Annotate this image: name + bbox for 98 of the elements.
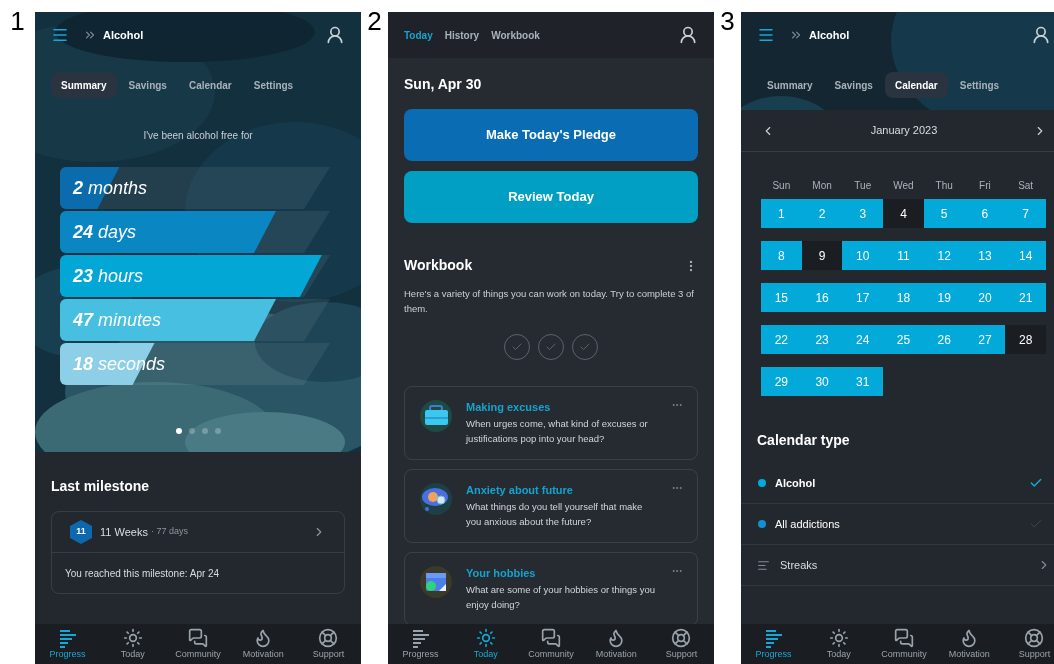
nav-tab[interactable]: Today [100,628,166,660]
bar-lines-icon [57,628,78,648]
calendar-day[interactable]: 28 [1005,325,1046,354]
check-icon [579,341,591,353]
thought-cloud-icon [419,482,453,516]
nav-tab[interactable]: Support [1001,628,1054,660]
weekday-label: Thu [934,179,954,193]
menu-icon[interactable] [51,26,69,44]
tab[interactable]: History [444,27,480,43]
date-heading: Sun, Apr 30 [404,75,483,94]
calendar-icon [419,565,453,599]
month-title: January 2023 [869,123,939,139]
bar-lines-icon [763,628,784,648]
tab[interactable]: Today [404,27,433,43]
nav-tab[interactable]: Motivation [583,628,649,660]
card-description: When urges come, what kind of excuses or justifications pop into your head? [466,416,649,446]
calendar-day[interactable]: 4 [883,199,924,228]
briefcase-icon [419,399,453,433]
tab[interactable]: Summary [757,72,823,98]
tab[interactable]: Settings [243,72,304,98]
streaks-row[interactable]: Streaks [741,545,1054,586]
nav-tab[interactable]: Progress [35,628,101,660]
section-heading: Last milestone [51,477,151,496]
nav-tab[interactable]: Today [453,628,519,660]
tab[interactable]: Savings [824,72,883,98]
nav-tab[interactable]: Community [871,628,937,660]
speech-bubbles-icon [541,628,561,648]
nav-tab[interactable]: Today [806,628,872,660]
check-icon [545,341,557,353]
card-title: Anxiety about future [466,483,574,498]
calendar-day[interactable]: 9 [801,241,843,270]
lifebuoy-icon [1024,628,1045,648]
double-chevron-icon [83,28,97,42]
sun-icon [828,628,849,648]
milestone-badge: 11 [70,520,92,544]
card-title: Making excuses [466,400,552,415]
workbook-description: Here's a variety of things you can work on today. Try to complete 3 of them. [404,287,695,316]
milestone-detail: · 77 days [150,525,188,539]
nav-tab[interactable]: Community [518,628,584,660]
tab[interactable]: Calendar [178,72,242,98]
card-title: Your hobbies [466,566,537,581]
sun-icon [475,628,496,648]
screen-number: 3 [720,8,735,38]
bar-lines-icon [410,628,431,648]
lifebuoy-icon [671,628,692,648]
duration-text: 2 months [71,176,148,200]
weekday-label: Tue [853,179,873,193]
card-description: What things do you tell yourself that make you anxious about the future? [466,499,644,529]
weekday-label: Wed [892,179,915,193]
weekday-label: Fri [978,179,992,193]
profile-icon[interactable] [678,25,698,45]
tab[interactable]: Savings [118,72,177,98]
duration-text: 24 days [71,220,137,244]
milestone-card[interactable]: 11 11 Weeks · 77 days You reached this milestone: Apr 24 [51,511,345,594]
calendar-type-row[interactable]: Alcohol [741,463,1054,504]
tab[interactable]: Summary [51,72,117,98]
lifebuoy-icon [318,628,339,648]
duration-text: 23 hours [71,264,144,288]
addiction-title[interactable]: Alcohol [103,26,144,44]
profile-icon[interactable] [325,25,345,45]
section-heading: Calendar type [756,431,851,450]
profile-icon[interactable] [1031,25,1051,45]
speech-bubbles-icon [894,628,914,648]
addiction-title[interactable]: Alcohol [809,26,850,44]
duration-text: 47 minutes [71,308,162,332]
tab[interactable]: Settings [949,72,1010,98]
nav-tab[interactable]: Progress [388,628,454,660]
streaks-label: Streaks [780,557,818,573]
nav-tab[interactable]: Motivation [230,628,296,660]
calendar-type-label: Alcohol [775,475,816,491]
tab[interactable]: Workbook [491,27,540,43]
card-description: What are some of your hobbies or things you enjoy doing? [466,582,656,612]
calendar-type-label: All addictions [775,516,840,532]
nav-tab[interactable]: Progress [741,628,807,660]
list-icon [757,558,770,572]
action-button[interactable]: Make Today's Pledge [404,109,698,161]
nav-tab[interactable]: Community [165,628,231,660]
milestone-name: 11 Weeks [100,524,148,540]
calendar-type-row[interactable]: All addictions [741,504,1054,545]
nav-tab[interactable]: Motivation [936,628,1002,660]
menu-icon[interactable] [757,26,775,44]
screen-number: 2 [367,8,382,38]
weekday-label: Sat [1017,179,1035,193]
nav-tab[interactable]: Support [295,628,361,660]
workbook-card[interactable]: Anxiety about future What things do you tell yourself that make you anxious about the future? [404,469,698,543]
speech-bubbles-icon [188,628,208,648]
weekday-label: Sun [771,179,792,193]
tab[interactable]: Calendar [884,72,948,98]
nav-tab[interactable]: Support [648,628,714,660]
screen-number: 1 [10,8,25,38]
milestone-note: You reached this milestone: Apr 24 [64,566,221,581]
weekday-label: Mon [811,179,833,193]
double-chevron-icon [789,28,803,42]
intro-text: I've been alcohol free for [142,129,254,143]
check-icon [511,341,523,353]
section-heading: Workbook [404,256,473,275]
sun-icon [122,628,143,648]
workbook-card[interactable]: Making excuses When urges come, what kind of excuses or justifications pop into your head? [404,386,698,460]
